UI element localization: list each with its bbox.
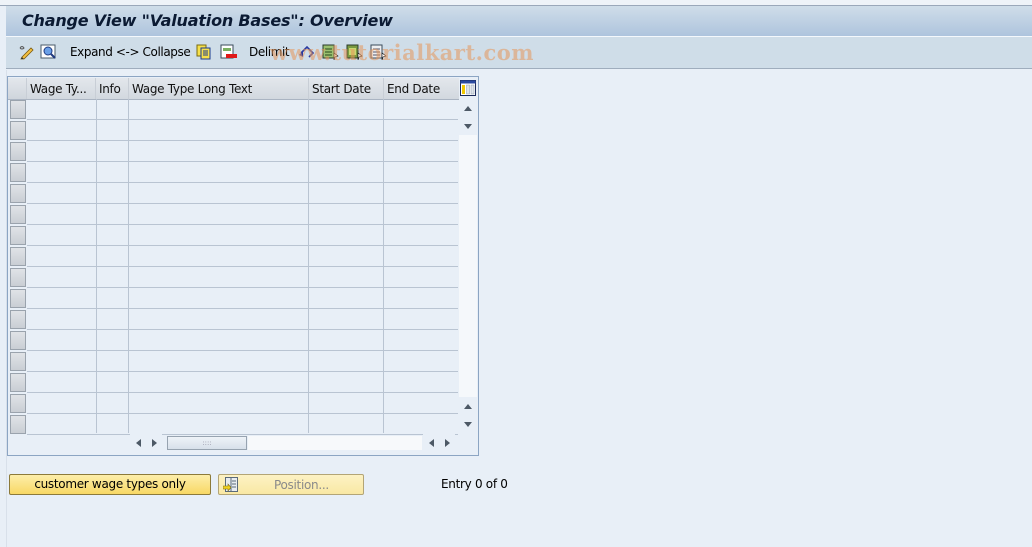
row-selector[interactable]: [10, 331, 26, 350]
wage-type-table: Wage Ty... Info Wage Type Long Text Star…: [7, 76, 479, 456]
scroll-right-button[interactable]: [146, 434, 162, 452]
pencil-icon: [19, 46, 34, 60]
select-block-button[interactable]: [346, 43, 364, 61]
title-bar: Change View "Valuation Bases": Overview: [6, 6, 1032, 37]
table-row[interactable]: [27, 393, 458, 414]
table-row[interactable]: [27, 351, 458, 372]
customer-wage-types-only-button[interactable]: customer wage types only: [9, 474, 211, 495]
table-row[interactable]: [27, 141, 458, 162]
column-divider: [383, 99, 384, 433]
table-row[interactable]: [27, 246, 458, 267]
row-selector[interactable]: [10, 352, 26, 371]
column-header-wage-type[interactable]: Wage Ty...: [27, 78, 96, 99]
table-row[interactable]: [27, 414, 458, 435]
select-block-icon: [346, 44, 363, 60]
table-row[interactable]: [27, 309, 458, 330]
table-row[interactable]: [27, 288, 458, 309]
table-row[interactable]: [27, 330, 458, 351]
table-row[interactable]: [27, 372, 458, 393]
change-display-button[interactable]: [17, 43, 35, 61]
table-row[interactable]: [27, 204, 458, 225]
copy-button[interactable]: [196, 43, 212, 61]
column-settings-icon: [460, 80, 476, 96]
select-all-icon: [322, 44, 339, 60]
scroll-down-end-button[interactable]: [459, 415, 477, 433]
arrow-up-icon: [464, 403, 472, 409]
row-selector[interactable]: [10, 247, 26, 266]
scroll-right-end-button[interactable]: [439, 434, 455, 452]
table-row[interactable]: [27, 183, 458, 204]
row-selector[interactable]: [10, 184, 26, 203]
column-header-start-date[interactable]: Start Date: [309, 78, 384, 99]
row-selector[interactable]: [10, 415, 26, 434]
row-selector[interactable]: [10, 100, 26, 119]
column-divider: [96, 99, 97, 433]
undo-button[interactable]: [298, 43, 316, 61]
column-settings-button[interactable]: [460, 80, 476, 96]
arrow-left-icon: [135, 439, 141, 447]
arrow-down-icon: [464, 421, 472, 427]
row-selector[interactable]: [10, 205, 26, 224]
position-button-label: Position...: [274, 478, 329, 492]
arrow-up-icon: [464, 105, 472, 111]
table-row[interactable]: [27, 267, 458, 288]
arrow-left-icon: [428, 439, 434, 447]
row-selector[interactable]: [10, 373, 26, 392]
scroll-left-button[interactable]: [130, 434, 146, 452]
left-edge: [0, 70, 7, 547]
select-all-rows-cell[interactable]: [8, 78, 27, 99]
column-header-end-date[interactable]: End Date: [384, 78, 459, 99]
application-toolbar: Expand <-> Collapse Delimit: [6, 37, 1032, 69]
select-all-button[interactable]: [322, 43, 340, 61]
row-selector[interactable]: [10, 394, 26, 413]
deselect-all-icon: [370, 44, 387, 60]
row-selector[interactable]: [10, 142, 26, 161]
column-divider: [128, 99, 129, 433]
delete-icon: [220, 44, 237, 59]
find-button[interactable]: [40, 43, 58, 61]
row-selector[interactable]: [10, 226, 26, 245]
arrow-right-icon: [444, 439, 450, 447]
arrow-right-icon: [151, 439, 157, 447]
column-header-info[interactable]: Info: [96, 78, 129, 99]
table-row[interactable]: [27, 120, 458, 141]
page-title: Change View "Valuation Bases": Overview: [22, 11, 393, 30]
table-row[interactable]: [27, 99, 458, 120]
row-selector[interactable]: [10, 121, 26, 140]
horizontal-scrollbar[interactable]: ::::: [128, 434, 458, 452]
table-row[interactable]: [27, 162, 458, 183]
arrow-down-icon: [464, 123, 472, 129]
row-selector[interactable]: [10, 268, 26, 287]
entry-counter: Entry 0 of 0: [441, 477, 508, 491]
position-button[interactable]: Position...: [218, 474, 364, 495]
column-header-long-text[interactable]: Wage Type Long Text: [129, 78, 309, 99]
column-divider: [308, 99, 309, 433]
find-icon: [40, 44, 56, 59]
copy-icon: [196, 44, 211, 60]
scroll-up-button[interactable]: [459, 99, 477, 117]
row-selector[interactable]: [10, 310, 26, 329]
row-selector[interactable]: [10, 289, 26, 308]
table-row[interactable]: [27, 225, 458, 246]
undo-icon: [299, 45, 315, 58]
scroll-down-button[interactable]: [459, 117, 477, 135]
expand-collapse-button[interactable]: Expand <-> Collapse: [70, 43, 191, 61]
scroll-up-end-button[interactable]: [459, 397, 477, 415]
scroll-thumb[interactable]: ::::: [167, 436, 247, 450]
row-selector[interactable]: [10, 163, 26, 182]
delimit-button[interactable]: Delimit: [249, 43, 290, 61]
scroll-track[interactable]: [248, 436, 422, 450]
delete-button[interactable]: [220, 43, 238, 61]
scroll-left-end-button[interactable]: [423, 434, 439, 452]
position-icon: [222, 477, 239, 496]
vertical-scrollbar[interactable]: [459, 99, 477, 433]
deselect-all-button[interactable]: [370, 43, 388, 61]
table-header: Wage Ty... Info Wage Type Long Text Star…: [8, 78, 459, 100]
